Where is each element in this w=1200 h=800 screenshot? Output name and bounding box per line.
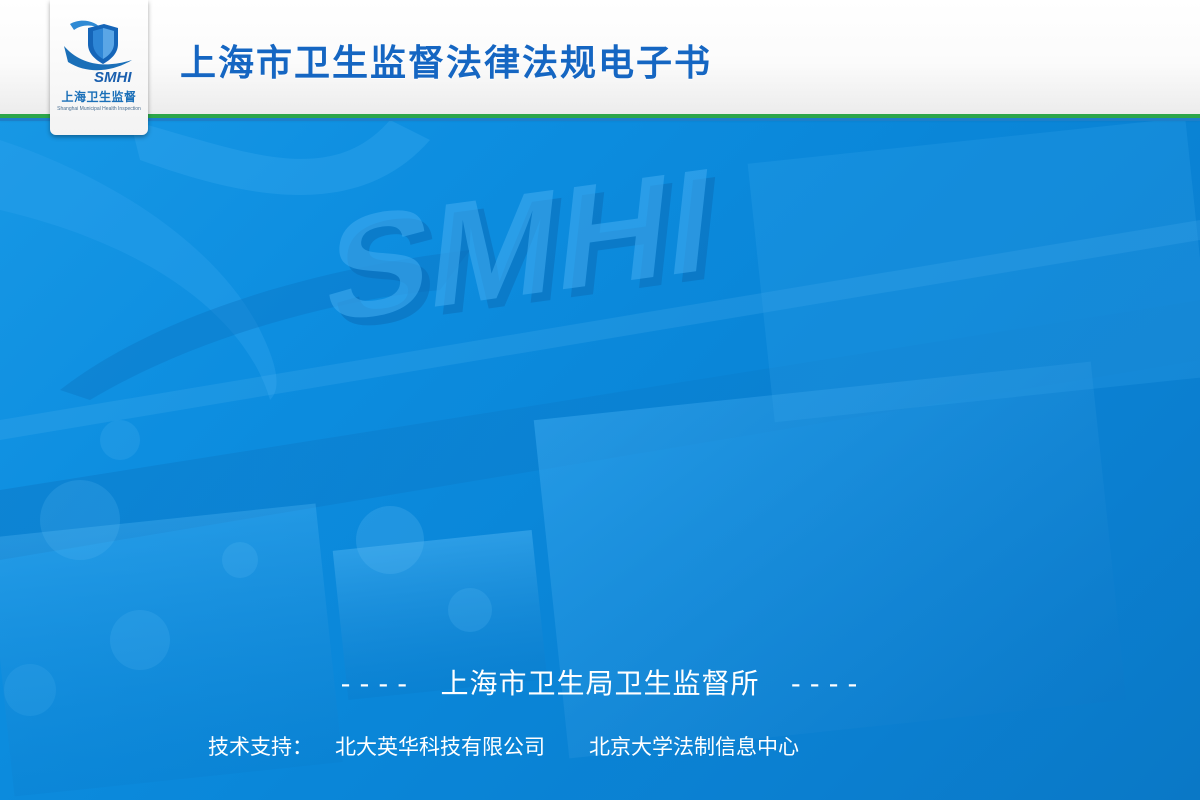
splash-screen: SMHI SMHI SMHI 上海卫生监督 Shanghai Municipal…: [0, 0, 1200, 800]
dash-right: ----: [787, 667, 863, 700]
tech-support-line: 技术支持： 北大英华科技有限公司 北京大学法制信息中心: [208, 731, 799, 761]
logo: SMHI 上海卫生监督 Shanghai Municipal Health In…: [50, 0, 148, 135]
support-company-1: 北大英华科技有限公司: [335, 735, 545, 759]
app-title: 上海市卫生监督法律法规电子书: [180, 43, 713, 84]
support-company-2: 北京大学法制信息中心: [589, 735, 799, 759]
logo-en-name: Shanghai Municipal Health Inspection: [57, 106, 141, 112]
header-divider: [0, 118, 1200, 121]
shield-logo-icon: SMHI: [64, 20, 132, 86]
organization-line: ---- 上海市卫生局卫生监督所 ----: [0, 662, 1200, 702]
support-label: 技术支持：: [208, 735, 313, 759]
logo-wordmark: SMHI: [94, 69, 132, 86]
logo-cn-name: 上海卫生监督: [61, 90, 137, 104]
dash-left: ----: [337, 667, 413, 700]
organization-name: 上海市卫生局卫生监督所: [440, 667, 760, 700]
